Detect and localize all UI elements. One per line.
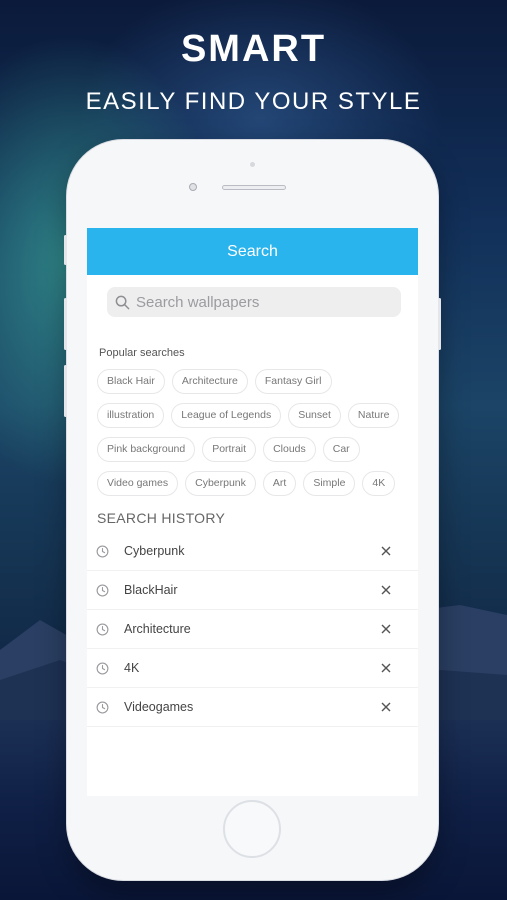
- history-item[interactable]: Videogames: [87, 688, 418, 727]
- promo-subline: EASILY FIND YOUR STYLE: [85, 88, 422, 115]
- clock-icon: [96, 545, 109, 557]
- close-icon[interactable]: [380, 623, 392, 635]
- clock-icon: [96, 584, 109, 596]
- popular-tag[interactable]: Clouds: [263, 437, 316, 462]
- phone-power-button: [438, 298, 441, 350]
- history-item-label: Cyberpunk: [124, 544, 185, 558]
- clock-icon: [96, 701, 109, 713]
- popular-tag[interactable]: Sunset: [288, 403, 341, 428]
- phone-home-button[interactable]: [223, 800, 281, 858]
- search-icon: [115, 295, 130, 309]
- popular-tag[interactable]: Architecture: [171, 369, 248, 394]
- app-bar-title: Search: [227, 242, 278, 260]
- popular-tag[interactable]: Art: [262, 471, 297, 496]
- popular-tag[interactable]: 4K: [362, 471, 396, 496]
- history-item-label: Architecture: [124, 622, 191, 636]
- history-item-label: 4K: [124, 661, 140, 675]
- popular-tag[interactable]: Simple: [303, 471, 356, 496]
- history-item-label: Videogames: [124, 700, 194, 714]
- promo-headline: SMART: [180, 28, 327, 70]
- popular-tag[interactable]: League of Legends: [171, 403, 282, 428]
- phone-speaker: [222, 185, 286, 190]
- phone-sensor: [250, 162, 255, 167]
- history-item[interactable]: Architecture: [87, 610, 418, 649]
- close-icon[interactable]: [380, 662, 392, 674]
- phone-mute-switch: [64, 235, 67, 265]
- popular-tag[interactable]: illustration: [97, 403, 165, 428]
- popular-tag[interactable]: Fantasy Girl: [254, 369, 332, 394]
- history-item[interactable]: BlackHair: [87, 571, 418, 610]
- close-icon[interactable]: [380, 545, 392, 557]
- popular-tag[interactable]: Car: [322, 437, 360, 462]
- clock-icon: [96, 623, 109, 635]
- history-item[interactable]: Cyberpunk: [87, 532, 418, 571]
- history-item-label: BlackHair: [124, 583, 178, 597]
- phone-frame: Search Search wallpapers Popular searche…: [64, 140, 441, 880]
- popular-tags: Black Hair Architecture Fantasy Girl ill…: [97, 369, 402, 496]
- clock-icon: [96, 662, 109, 674]
- search-history-list: Cyberpunk BlackHair Architecture 4K Vide: [87, 532, 418, 727]
- app-screen: Search Search wallpapers Popular searche…: [87, 228, 418, 796]
- phone-camera: [189, 183, 197, 191]
- search-history-title: SEARCH HISTORY: [97, 510, 226, 526]
- close-icon[interactable]: [380, 584, 392, 596]
- phone-volume-up: [64, 298, 67, 350]
- popular-tag[interactable]: Nature: [347, 403, 400, 428]
- phone-volume-down: [64, 365, 67, 417]
- close-icon[interactable]: [380, 701, 392, 713]
- popular-tag[interactable]: Portrait: [202, 437, 257, 462]
- history-item[interactable]: 4K: [87, 649, 418, 688]
- popular-tag[interactable]: Video games: [97, 471, 179, 496]
- search-placeholder: Search wallpapers: [136, 293, 260, 311]
- search-input[interactable]: Search wallpapers: [107, 287, 401, 317]
- app-bar: Search: [87, 228, 418, 275]
- popular-tag[interactable]: Black Hair: [97, 369, 165, 394]
- popular-tag[interactable]: Cyberpunk: [185, 471, 256, 496]
- popular-searches-label: Popular searches: [99, 347, 185, 359]
- popular-tag[interactable]: Pink background: [97, 437, 196, 462]
